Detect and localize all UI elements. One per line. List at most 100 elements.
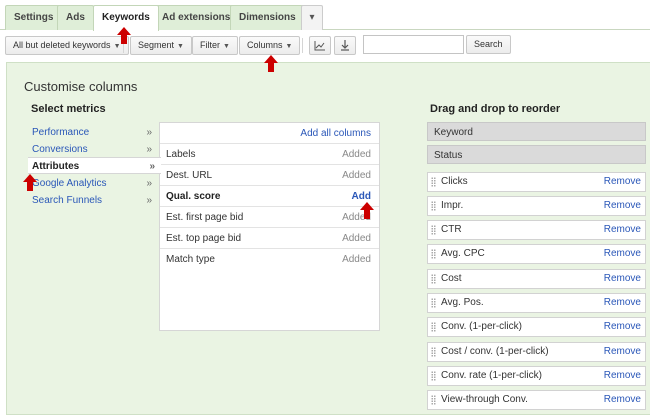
panel-title: Customise columns [24,79,138,94]
metric-row-match-type: Match type Added [160,248,379,269]
line-chart-icon [314,41,325,51]
category-label: Google Analytics [32,178,107,189]
filter-dropdown[interactable]: Filter ▼ [192,36,238,55]
metric-row-dest-url: Dest. URL Added [160,164,379,185]
download-button[interactable] [334,36,356,55]
remove-column-link[interactable]: Remove [604,318,641,336]
segment-label: Segment [138,40,175,50]
annotation-arrow-up-icon [360,202,374,219]
tab-dimensions[interactable]: Dimensions [230,5,305,30]
category-label: Conversions [32,144,88,155]
metric-status: Added [342,170,371,181]
select-metrics-heading: Select metrics [31,103,106,115]
drag-handle-icon[interactable] [431,225,436,235]
search-input[interactable] [363,35,464,54]
column-name: Clicks [441,176,468,187]
filter-all-dropdown[interactable]: All but deleted keywords ▼ [5,36,129,55]
drag-handle-icon[interactable] [431,322,436,332]
column-item-view-through-conv[interactable]: View-through Conv. Remove [427,390,646,410]
category-label: Performance [32,127,90,138]
category-attributes[interactable]: Attributes » [28,157,161,174]
remove-column-link[interactable]: Remove [604,343,641,361]
metric-list: Add all columns Labels Added Dest. URL A… [159,122,380,331]
column-name: View-through Conv. [441,394,528,405]
column-item-clicks[interactable]: Clicks Remove [427,172,646,192]
column-item-impr[interactable]: Impr. Remove [427,196,646,216]
add-all-columns-link[interactable]: Add all columns [300,128,371,139]
drag-handle-icon[interactable] [431,298,436,308]
drag-handle-icon[interactable] [431,274,436,284]
filter-all-label: All but deleted keywords [13,40,111,50]
column-name: Avg. CPC [441,248,485,259]
caret-down-icon: ▼ [223,43,230,50]
column-name: Conv. rate (1-per-click) [441,370,542,381]
chevron-right-icon: » [149,161,155,172]
remove-column-link[interactable]: Remove [604,221,641,239]
annotation-arrow-up-icon [23,174,37,191]
metric-status: Added [342,233,371,244]
remove-column-link[interactable]: Remove [604,245,641,263]
remove-column-link[interactable]: Remove [604,367,641,385]
fixed-column-status: Status [427,145,646,164]
metric-name: Qual. score [166,191,221,202]
column-name: CTR [441,224,462,235]
drag-handle-icon[interactable] [431,177,436,187]
column-item-conv-rate[interactable]: Conv. rate (1-per-click) Remove [427,366,646,386]
tab-ad-extensions[interactable]: Ad extensions [153,5,240,30]
column-name: Cost [441,273,462,284]
column-item-avg-cpc[interactable]: Avg. CPC Remove [427,244,646,264]
drag-handle-icon[interactable] [431,201,436,211]
metric-row-qual-score: Qual. score Add [160,185,379,206]
metric-name: Dest. URL [166,170,213,181]
column-name: Impr. [441,200,464,211]
toolbar: All but deleted keywords ▼ Segment ▼ Filte… [0,30,650,60]
column-item-ctr[interactable]: CTR Remove [427,220,646,240]
drag-handle-icon[interactable] [431,395,436,405]
metric-name: Est. first page bid [166,212,244,223]
category-search-funnels[interactable]: Search Funnels » [28,192,158,209]
tab-bar: Settings Ads Keywords Ad extensions Dime… [0,0,650,31]
search-button[interactable]: Search [466,35,511,54]
column-item-avg-pos[interactable]: Avg. Pos. Remove [427,293,646,313]
segment-dropdown[interactable]: Segment ▼ [130,36,192,55]
annotation-arrow-up-icon [264,55,278,72]
metric-row-est-top-page-bid: Est. top page bid Added [160,227,379,248]
drag-handle-icon[interactable] [431,249,436,259]
metric-row-labels: Labels Added [160,143,379,164]
remove-column-link[interactable]: Remove [604,294,641,312]
remove-column-link[interactable]: Remove [604,270,641,288]
metric-status: Added [342,254,371,265]
caret-down-icon: ▼ [285,43,293,50]
reorder-heading: Drag and drop to reorder [430,103,561,115]
category-google-analytics[interactable]: Google Analytics » [28,175,158,192]
tabs-more-dropdown[interactable]: ▾ [301,5,323,30]
customise-columns-panel: Customise columns Select metrics Drag an… [6,62,650,415]
remove-column-link[interactable]: Remove [604,391,641,409]
filter-label: Filter [200,40,220,50]
metric-name: Labels [166,149,196,160]
drag-handle-icon[interactable] [431,347,436,357]
column-item-conv[interactable]: Conv. (1-per-click) Remove [427,317,646,337]
remove-column-link[interactable]: Remove [604,197,641,215]
chevron-right-icon: » [146,127,152,138]
category-conversions[interactable]: Conversions » [28,141,158,158]
column-name: Avg. Pos. [441,297,484,308]
toolbar-divider [302,38,303,53]
column-name: Cost / conv. (1-per-click) [441,346,549,357]
drag-handle-icon[interactable] [431,371,436,381]
columns-dropdown[interactable]: Columns ▼ [239,36,301,55]
columns-label: Columns [247,40,283,50]
category-performance[interactable]: Performance » [28,124,158,141]
download-icon [341,40,349,51]
column-item-cost-per-conv[interactable]: Cost / conv. (1-per-click) Remove [427,342,646,362]
remove-column-link[interactable]: Remove [604,173,641,191]
column-name: Conv. (1-per-click) [441,321,522,332]
tab-ads[interactable]: Ads [57,5,94,30]
chart-button[interactable] [309,36,331,55]
category-label: Attributes [32,161,80,172]
chevron-right-icon: » [146,178,152,189]
tab-settings[interactable]: Settings [5,5,63,30]
column-item-cost[interactable]: Cost Remove [427,269,646,289]
category-label: Search Funnels [32,195,103,206]
metric-status: Added [342,149,371,160]
